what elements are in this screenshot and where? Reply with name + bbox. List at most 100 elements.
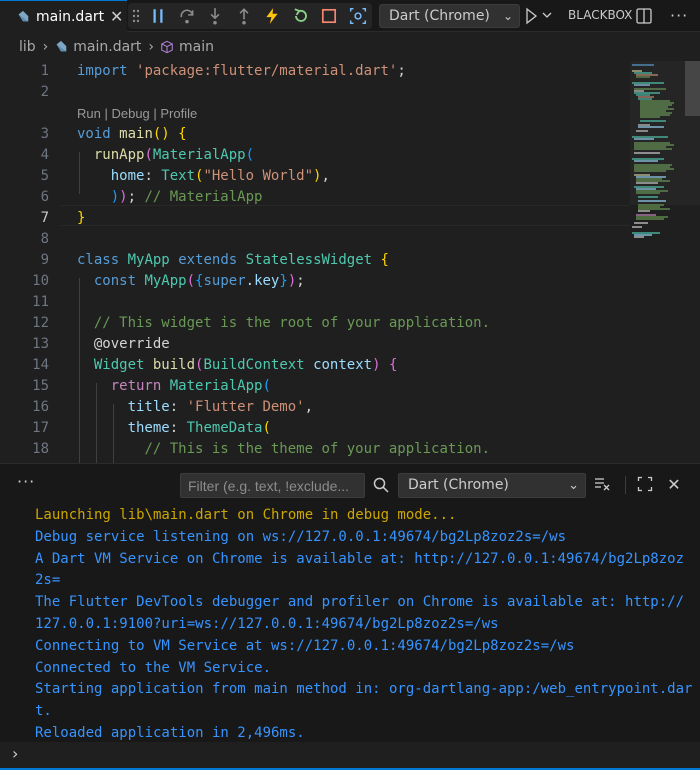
code-text: import 'package:flutter/material.dart';: [77, 61, 406, 82]
code-text: runApp(MaterialApp(: [77, 145, 254, 166]
filter-input[interactable]: [180, 473, 365, 498]
code-line[interactable]: 6 )); // MaterialApp: [0, 187, 630, 208]
code-line[interactable]: 12 // This widget is the root of your ap…: [0, 313, 630, 334]
blackbox-label[interactable]: BLACKBOX: [568, 8, 632, 22]
code-token: ;: [127, 189, 145, 205]
code-line[interactable]: 2: [0, 82, 630, 103]
code-line[interactable]: 3 void main() {: [0, 124, 630, 145]
more-actions-icon[interactable]: ···: [17, 472, 35, 491]
code-line[interactable]: 17 theme: ThemeData(: [0, 418, 630, 439]
debug-toolbar: [128, 3, 372, 29]
output-line: The Flutter DevTools debugger and profil…: [35, 594, 685, 611]
code-text: // This is the theme of your application…: [77, 439, 490, 460]
codelens-profile[interactable]: Profile: [160, 106, 197, 121]
code-token: :: [169, 399, 187, 415]
launch-config-select[interactable]: Dart (Chrome) ⌄: [379, 4, 520, 28]
output-line: 127.0.0.1:9100?uri=ws://127.0.0.1:49674/…: [35, 616, 499, 632]
code-line[interactable]: 11: [0, 292, 630, 313]
step-out-button[interactable]: [229, 3, 258, 29]
line-number: 16: [32, 399, 49, 415]
stop-button[interactable]: [315, 3, 344, 29]
method-icon: [161, 40, 173, 54]
codelens-run[interactable]: Run: [77, 106, 101, 121]
clear-all-icon: [595, 478, 610, 491]
drag-handle-icon[interactable]: [128, 3, 144, 29]
hot-reload-button[interactable]: [258, 3, 287, 29]
code-line[interactable]: 1 import 'package:flutter/material.dart';: [0, 61, 630, 82]
line-number: 7: [40, 210, 49, 226]
code-line[interactable]: 7}: [0, 208, 630, 229]
codelens-debug[interactable]: Debug: [111, 106, 149, 121]
line-number: 18: [32, 441, 49, 457]
hot-restart-button[interactable]: [286, 3, 315, 29]
pause-button[interactable]: [144, 3, 173, 29]
clear-output-button[interactable]: [592, 474, 612, 494]
step-over-icon: [180, 9, 193, 24]
code-line[interactable]: 13 @override: [0, 334, 630, 355]
output-line: 2s=: [35, 572, 61, 589]
dart-file-icon: [56, 40, 67, 52]
code-line[interactable]: 4 runApp(MaterialApp(: [0, 145, 630, 166]
pause-icon: [153, 9, 163, 23]
code-token: }: [279, 273, 288, 289]
minimap[interactable]: [630, 61, 700, 463]
codelens-separator: |: [149, 106, 161, 121]
code-token: super: [203, 273, 246, 289]
close-icon[interactable]: ✕: [110, 7, 123, 26]
split-editor-icon[interactable]: [635, 7, 653, 25]
close-panel-button[interactable]: ✕: [664, 474, 684, 494]
breadcrumb-folder[interactable]: lib: [19, 39, 36, 55]
codelens-separator: |: [100, 106, 112, 121]
code-line[interactable]: 16 title: 'Flutter Demo',: [0, 397, 630, 418]
output-line: Starting application from main method in…: [35, 681, 693, 698]
prompt-bar[interactable]: ›: [0, 742, 700, 768]
line-number: 8: [40, 231, 49, 247]
code-token: ): [110, 189, 120, 205]
code-token: // This widget is the root of your appli…: [93, 315, 491, 331]
code-text: @override: [77, 334, 170, 355]
code-text: home: Text("Hello World"),: [77, 166, 330, 187]
code-editor[interactable]: Run | Debug | Profile 1 import 'package:f…: [0, 61, 630, 463]
code-line[interactable]: 15 return MaterialApp(: [0, 376, 630, 397]
maximize-panel-button[interactable]: [635, 474, 655, 494]
line-number: 6: [40, 189, 49, 205]
breadcrumb-symbol[interactable]: main: [179, 39, 214, 55]
code-text: void main() {: [77, 124, 187, 145]
launch-config-label: Dart (Chrome): [389, 8, 490, 24]
code-token: ,: [304, 399, 314, 415]
widget-inspector-button[interactable]: [343, 3, 372, 29]
breadcrumb-file[interactable]: main.dart: [73, 39, 141, 55]
line-number: 3: [40, 126, 49, 142]
code-token: ,: [321, 168, 330, 184]
line-number: 15: [32, 378, 49, 394]
code-text: return MaterialApp(: [77, 376, 271, 397]
code-line[interactable]: 8: [0, 229, 630, 250]
code-token: }: [77, 210, 86, 226]
divider: [625, 476, 626, 494]
code-line[interactable]: 14 Widget build(BuildContext context) {: [0, 355, 630, 376]
code-token: 'Flutter Demo': [186, 399, 305, 415]
code-line[interactable]: 10 const MyApp({super.key});: [0, 271, 630, 292]
line-number: 11: [32, 294, 49, 310]
code-text: )); // MaterialApp: [77, 187, 263, 208]
scrollbar-thumb[interactable]: [685, 61, 700, 116]
step-into-button[interactable]: [201, 3, 230, 29]
more-actions-icon[interactable]: ···: [670, 6, 688, 25]
code-token: const: [93, 273, 137, 289]
run-debug-icon[interactable]: [524, 6, 556, 26]
search-icon[interactable]: [372, 476, 390, 494]
output-channel-select[interactable]: Dart (Chrome) ⌄: [398, 473, 586, 498]
code-text: const MyApp({super.key});: [77, 271, 305, 292]
vertical-scrollbar[interactable]: [685, 61, 700, 463]
step-over-button[interactable]: [172, 3, 201, 29]
code-token: ;: [397, 63, 406, 79]
code-line[interactable]: 18 // This is the theme of your applicat…: [0, 439, 630, 460]
tab-main-dart[interactable]: main.dart ✕: [0, 0, 127, 32]
code-line[interactable]: 5 home: Text("Hello World"),: [0, 166, 630, 187]
code-token: context: [313, 357, 373, 373]
code-line[interactable]: 9 class MyApp extends StatelessWidget {: [0, 250, 630, 271]
title-bar: main.dart ✕ Dart (Chrome) ⌄ BLACKBOX ···: [0, 0, 700, 32]
